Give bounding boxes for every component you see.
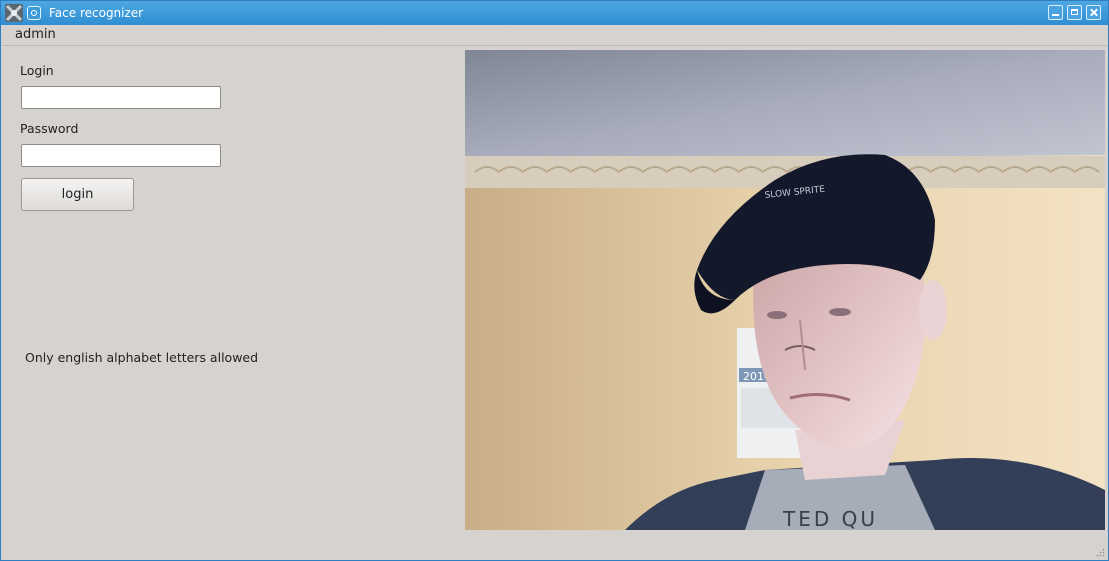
title-bar[interactable]: Face recognizer (1, 1, 1108, 25)
main-window: Face recognizer admin Login Password log… (0, 0, 1109, 561)
window-title: Face recognizer (49, 6, 144, 20)
login-button[interactable]: login (21, 178, 134, 211)
resize-grip-icon[interactable] (1096, 548, 1105, 557)
camera-preview: 2014 TED QU SLOW SPRITE (465, 50, 1105, 530)
shirt-print: TED QU (782, 507, 878, 530)
validation-hint: Only english alphabet letters allowed (25, 350, 259, 365)
minimize-button[interactable] (1048, 5, 1063, 20)
login-input[interactable] (21, 86, 221, 109)
webcam-image: 2014 TED QU SLOW SPRITE (465, 50, 1105, 530)
menu-bar: admin (2, 25, 1107, 46)
password-label: Password (20, 121, 79, 136)
app-logo-icon (5, 4, 23, 22)
maximize-button[interactable] (1067, 5, 1082, 20)
close-button[interactable] (1086, 5, 1101, 20)
password-input[interactable] (21, 144, 221, 167)
window-menu-icon[interactable] (27, 6, 41, 20)
login-label: Login (20, 63, 54, 78)
menu-admin[interactable]: admin (15, 27, 56, 42)
